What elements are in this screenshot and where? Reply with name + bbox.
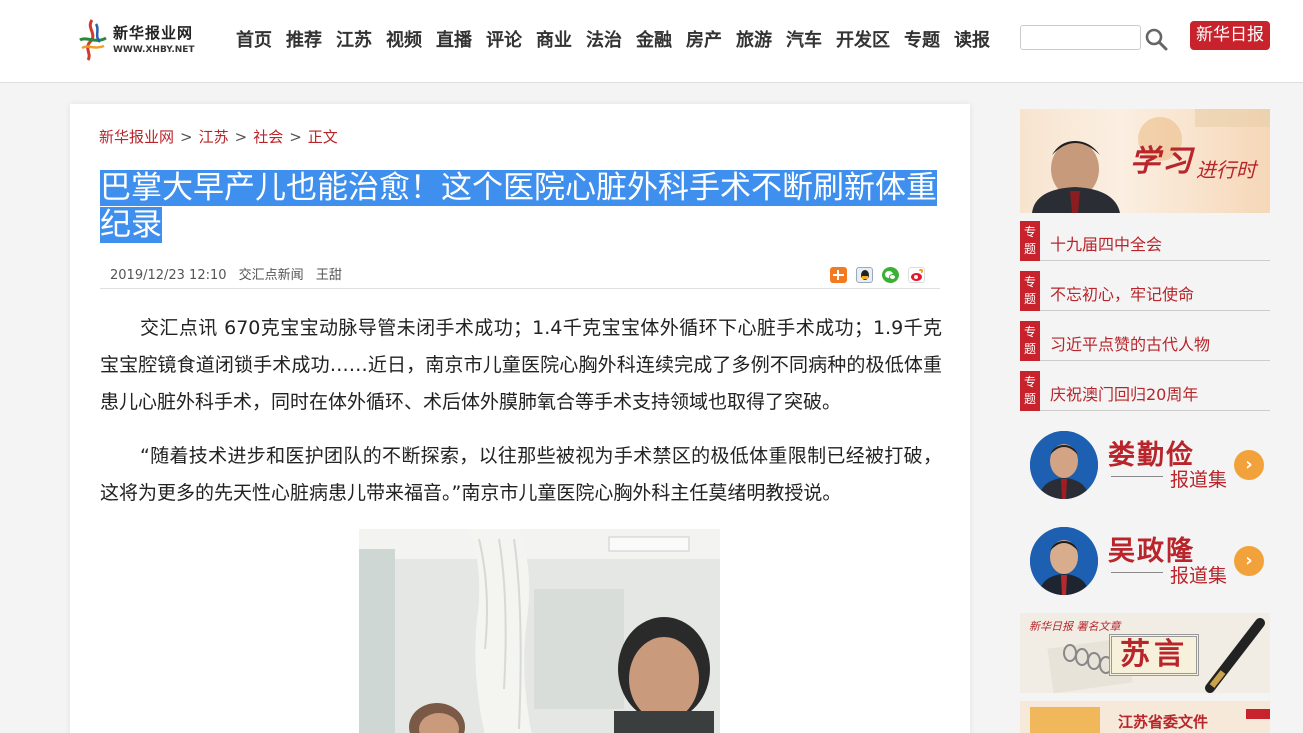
nav-finance[interactable]: 金融 xyxy=(636,26,672,52)
nav-comment[interactable]: 评论 xyxy=(486,26,522,52)
breadcrumb-sep: > xyxy=(180,128,193,146)
site-header: 新华报业网 WWW.XHBY.NET 首页 推荐 江苏 视频 直播 评论 商业 … xyxy=(0,0,1303,83)
topic-tag: 专题 xyxy=(1020,221,1040,261)
article-meta: 2019/12/23 12:10 交汇点新闻 王甜 xyxy=(110,264,350,283)
suyan-top-label: 新华日报 署名文章 xyxy=(1029,620,1121,633)
logo-text: 新华报业网 xyxy=(113,24,194,42)
topic-tag: 专题 xyxy=(1020,271,1040,311)
topic-label: 庆祝澳门回归20周年 xyxy=(1050,385,1199,404)
divider-line xyxy=(1111,476,1163,477)
nav-jiangsu[interactable]: 江苏 xyxy=(336,26,372,52)
weibo-icon[interactable] xyxy=(908,267,925,283)
article-author: 王甜 xyxy=(315,268,342,283)
article-date: 2019/12/23 12:10 xyxy=(110,268,227,283)
share-plus-icon[interactable] xyxy=(830,267,847,283)
topic-link-3[interactable]: 专题 习近平点赞的古代人物 xyxy=(1020,321,1270,361)
topic-link-1[interactable]: 专题 十九届四中全会 xyxy=(1020,221,1270,261)
article-card: 新华报业网 > 江苏 > 社会 > 正文 巴掌大早产儿也能治愈！这个医院心脏外科手术不断刷新… xyxy=(70,104,970,733)
svg-text:学: 学 xyxy=(1130,144,1164,179)
main-nav: 首页 推荐 江苏 视频 直播 评论 商业 法治 金融 房产 旅游 汽车 开发区 … xyxy=(236,26,1004,52)
article-source: 交汇点新闻 xyxy=(238,268,304,283)
study-banner[interactable]: 学 习 进行时 xyxy=(1020,109,1270,213)
nav-realestate[interactable]: 房产 xyxy=(686,26,722,52)
leader-report-lou[interactable]: 娄勤俭 报道集 › xyxy=(1020,431,1270,513)
article-photo xyxy=(359,529,720,733)
breadcrumb-home[interactable]: 新华报业网 xyxy=(99,128,174,146)
provincial-docs-banner[interactable]: 江苏省委文件 xyxy=(1020,701,1270,733)
breadcrumb-current: 正文 xyxy=(307,128,338,146)
nav-auto[interactable]: 汽车 xyxy=(786,26,822,52)
arrow-right-icon[interactable]: › xyxy=(1234,450,1264,480)
breadcrumb: 新华报业网 > 江苏 > 社会 > 正文 xyxy=(99,126,338,147)
nav-readpaper[interactable]: 读报 xyxy=(954,26,990,52)
nav-topics[interactable]: 专题 xyxy=(904,26,940,52)
search-input[interactable] xyxy=(1020,25,1141,50)
nav-travel[interactable]: 旅游 xyxy=(736,26,772,52)
breadcrumb-society[interactable]: 社会 xyxy=(253,128,283,146)
meta-divider xyxy=(100,288,940,289)
article-title-text: 巴掌大早产儿也能治愈！这个医院心脏外科手术不断刷新体重纪录 xyxy=(100,170,937,243)
provincial-docs-title: 江苏省委文件 xyxy=(1118,713,1209,731)
nav-business[interactable]: 商业 xyxy=(536,26,572,52)
topic-tag: 专题 xyxy=(1020,321,1040,361)
topic-link-2[interactable]: 专题 不忘初心，牢记使命 xyxy=(1020,271,1270,311)
logo-url: WWW.XHBY.NET xyxy=(113,45,195,55)
svg-text:进行时: 进行时 xyxy=(1196,158,1259,182)
study-banner-image: 学 习 进行时 xyxy=(1020,109,1270,213)
nav-live[interactable]: 直播 xyxy=(436,26,472,52)
nav-law[interactable]: 法治 xyxy=(586,26,622,52)
wechat-icon[interactable] xyxy=(882,267,899,283)
topic-label: 十九届四中全会 xyxy=(1050,235,1163,254)
suyan-title: 苏言 xyxy=(1109,634,1199,676)
qq-icon[interactable] xyxy=(856,267,873,283)
nav-video[interactable]: 视频 xyxy=(386,26,422,52)
breadcrumb-jiangsu[interactable]: 江苏 xyxy=(199,128,229,146)
leader-subtitle: 报道集 xyxy=(1170,469,1228,491)
article-photo-image xyxy=(359,529,720,733)
suyan-banner[interactable]: 新华日报 署名文章 苏言 xyxy=(1020,613,1270,693)
avatar xyxy=(1030,527,1098,595)
leader-subtitle: 报道集 xyxy=(1170,565,1228,587)
topic-label: 不忘初心，牢记使命 xyxy=(1050,285,1195,304)
nav-devzone[interactable]: 开发区 xyxy=(836,26,890,52)
article-paragraph-2: “随着技术进步和医护团队的不断探索，以往那些被视为手术禁区的极低体重限制已经被打… xyxy=(100,445,942,504)
xinhua-daily-button[interactable]: 新华日报 xyxy=(1190,21,1270,50)
breadcrumb-sep: > xyxy=(289,128,302,146)
nav-recommend[interactable]: 推荐 xyxy=(286,26,322,52)
article-title: 巴掌大早产儿也能治愈！这个医院心脏外科手术不断刷新体重纪录 xyxy=(100,170,942,244)
topic-link-4[interactable]: 专题 庆祝澳门回归20周年 xyxy=(1020,371,1270,411)
leader-report-wu[interactable]: 吴政隆 报道集 › xyxy=(1020,527,1270,609)
logo-mark-icon xyxy=(79,19,107,61)
arrow-right-icon[interactable]: › xyxy=(1234,546,1264,576)
avatar xyxy=(1030,431,1098,499)
article-paragraph-1: 交汇点讯 670克宝宝动脉导管未闭手术成功；1.4千克宝宝体外循环下心脏手术成功… xyxy=(100,317,942,413)
topic-label: 习近平点赞的古代人物 xyxy=(1050,335,1211,354)
search-icon[interactable] xyxy=(1144,27,1168,51)
share-bar xyxy=(830,267,934,283)
nav-home[interactable]: 首页 xyxy=(236,26,272,52)
breadcrumb-sep: > xyxy=(234,128,248,146)
svg-text:习: 习 xyxy=(1162,144,1196,179)
site-logo[interactable]: 新华报业网 WWW.XHBY.NET xyxy=(76,18,216,64)
topic-tag: 专题 xyxy=(1020,371,1040,411)
divider-line xyxy=(1111,572,1163,573)
